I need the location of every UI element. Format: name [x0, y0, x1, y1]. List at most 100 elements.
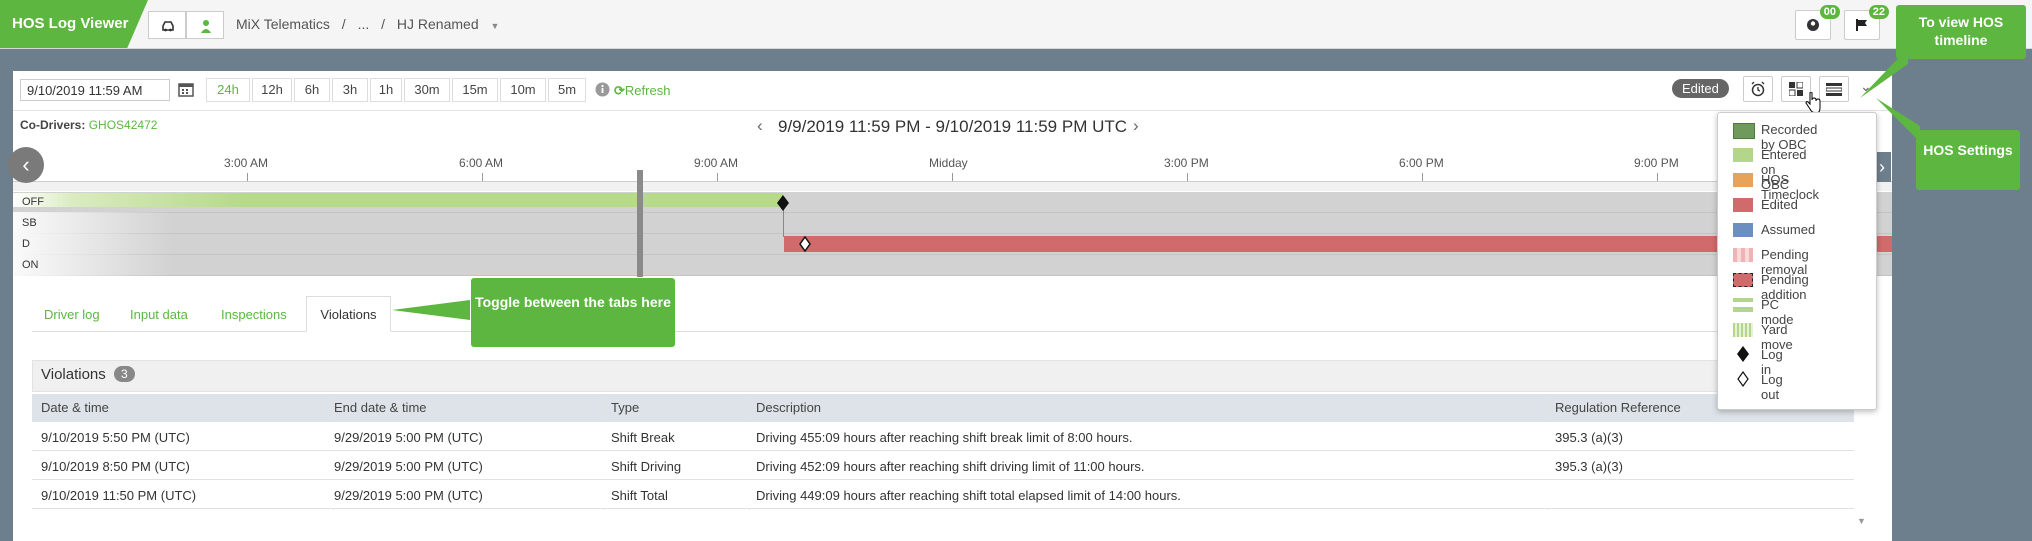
tick-mark [1422, 173, 1423, 181]
range-6h-button[interactable]: 6h [294, 78, 330, 102]
log-in-icon [1737, 346, 1749, 362]
timeline-tick: 9:00 AM [694, 156, 739, 170]
settings-list-icon [1826, 83, 1842, 96]
co-drivers: Co-Drivers: GHOS42472 [20, 118, 157, 132]
tick-mark [482, 173, 483, 181]
app-title[interactable]: HOS Log Viewer [0, 0, 148, 48]
row-label-d: D [22, 238, 30, 250]
column-header[interactable]: Regulation Reference [1555, 400, 1681, 415]
driver-icon [201, 20, 211, 33]
timeline-tick: 3:00 AM [224, 156, 269, 170]
tab-input-data[interactable]: Input data [130, 300, 188, 330]
cell-description: Driving 449:09 hours after reaching shif… [756, 488, 1181, 503]
log-in-marker-icon[interactable] [777, 195, 789, 214]
column-header[interactable]: Description [756, 400, 821, 415]
cell-type: Shift Driving [611, 459, 682, 474]
swatch [1733, 223, 1753, 237]
current-time-marker[interactable] [637, 170, 643, 277]
callout-hos-settings: HOS Settings [1916, 130, 2020, 190]
swatch [1733, 123, 1755, 139]
callout-tabs: Toggle between the tabs here [471, 278, 675, 347]
grid-icon [1789, 82, 1803, 96]
log-out-icon [1737, 371, 1749, 387]
tab-driver-log[interactable]: Driver log [44, 300, 100, 330]
datetime-input[interactable] [20, 79, 170, 101]
driver-button[interactable] [186, 11, 224, 39]
timeline-row-sb [13, 213, 1892, 234]
legend-label: Edited [1761, 197, 1798, 212]
cell-end-date: 9/29/2019 5:00 PM (UTC) [334, 488, 483, 503]
frame-border [0, 49, 13, 541]
breadcrumb-separator: / [381, 16, 386, 32]
range-12h-button[interactable]: 12h [252, 78, 292, 102]
previous-range-icon[interactable]: ‹ [757, 116, 763, 136]
cell-regulation: 395.3 (a)(3) [1555, 430, 1623, 445]
column-header[interactable]: Type [611, 400, 639, 415]
tick-mark [952, 173, 953, 181]
range-5m-button[interactable]: 5m [548, 78, 586, 102]
row-label-on: ON [22, 259, 39, 271]
swatch [1733, 173, 1753, 187]
co-driver-link[interactable]: GHOS42472 [89, 118, 158, 132]
callout-pointer [1876, 98, 1920, 142]
tab-violations[interactable]: Violations [306, 296, 391, 332]
chevron-down-icon[interactable]: ▼ [491, 21, 500, 31]
car-icon [162, 21, 174, 32]
timeline-scroll-left-icon[interactable]: ‹ [8, 147, 44, 183]
range-24h-button[interactable]: 24h [206, 78, 250, 102]
row-label-off: OFF [22, 196, 44, 208]
settings-button[interactable] [1819, 76, 1849, 102]
vehicle-button[interactable] [148, 11, 186, 39]
range-15m-button[interactable]: 15m [452, 78, 498, 102]
cell-date: 9/10/2019 5:50 PM (UTC) [41, 430, 190, 445]
range-1h-button[interactable]: 1h [370, 78, 402, 102]
swatch [1733, 148, 1753, 162]
info-icon[interactable] [595, 82, 610, 100]
range-3h-button[interactable]: 3h [332, 78, 368, 102]
tick-mark [247, 173, 248, 181]
cell-regulation: 395.3 (a)(3) [1555, 459, 1623, 474]
notification-badge: 00 [1819, 5, 1840, 19]
callout-pointer [392, 300, 470, 320]
tab-inspections[interactable]: Inspections [221, 300, 287, 330]
breadcrumb-current[interactable]: HJ Renamed [397, 16, 479, 32]
range-10m-button[interactable]: 10m [500, 78, 546, 102]
range-30m-button[interactable]: 30m [404, 78, 450, 102]
breadcrumb-org[interactable]: MiX Telematics [236, 16, 330, 32]
calendar-icon[interactable] [178, 81, 194, 100]
refresh-button[interactable]: ⟳Refresh [614, 83, 670, 99]
cell-date: 9/10/2019 11:50 PM (UTC) [41, 488, 197, 503]
cell-type: Shift Total [611, 488, 668, 503]
swatch [1733, 248, 1753, 262]
timeline-tick: 3:00 PM [1164, 156, 1209, 170]
column-header[interactable]: End date & time [334, 400, 427, 415]
log-out-marker-icon[interactable] [799, 235, 811, 255]
callout-hos-timeline: To view HOS timeline [1896, 5, 2026, 59]
off-duty-bar[interactable] [13, 193, 783, 207]
scroll-down-icon[interactable]: ▼ [1857, 516, 1866, 526]
next-range-icon[interactable]: › [1133, 116, 1139, 136]
timeline-tick: 6:00 AM [459, 156, 504, 170]
cell-description: Driving 455:09 hours after reaching shif… [756, 430, 1133, 445]
tick-mark [1187, 173, 1188, 181]
driver-notifications-button[interactable]: 00 [1795, 5, 1840, 40]
cell-end-date: 9/29/2019 5:00 PM (UTC) [334, 459, 483, 474]
timeline-tick: 9:00 PM [1634, 156, 1679, 170]
violations-count-badge: 3 [114, 366, 135, 382]
cell-end-date: 9/29/2019 5:00 PM (UTC) [334, 430, 483, 445]
refresh-icon: ⟳ [614, 83, 625, 98]
column-header[interactable]: Date & time [41, 400, 109, 415]
swatch [1733, 198, 1753, 212]
violations-header [32, 360, 1854, 392]
breadcrumb-ellipsis[interactable]: ... [358, 16, 370, 32]
timeclock-button[interactable] [1743, 76, 1773, 102]
edited-badge: Edited [1672, 79, 1729, 98]
swatch [1733, 323, 1753, 337]
tick-mark [717, 173, 718, 181]
cell-date: 9/10/2019 8:50 PM (UTC) [41, 459, 190, 474]
alarm-clock-icon [1751, 81, 1765, 97]
notification-badge: 22 [1868, 5, 1889, 19]
range-title: 9/9/2019 11:59 PM - 9/10/2019 11:59 PM U… [778, 117, 1128, 136]
cell-description: Driving 452:09 hours after reaching shif… [756, 459, 1145, 474]
cell-type: Shift Break [611, 430, 675, 445]
